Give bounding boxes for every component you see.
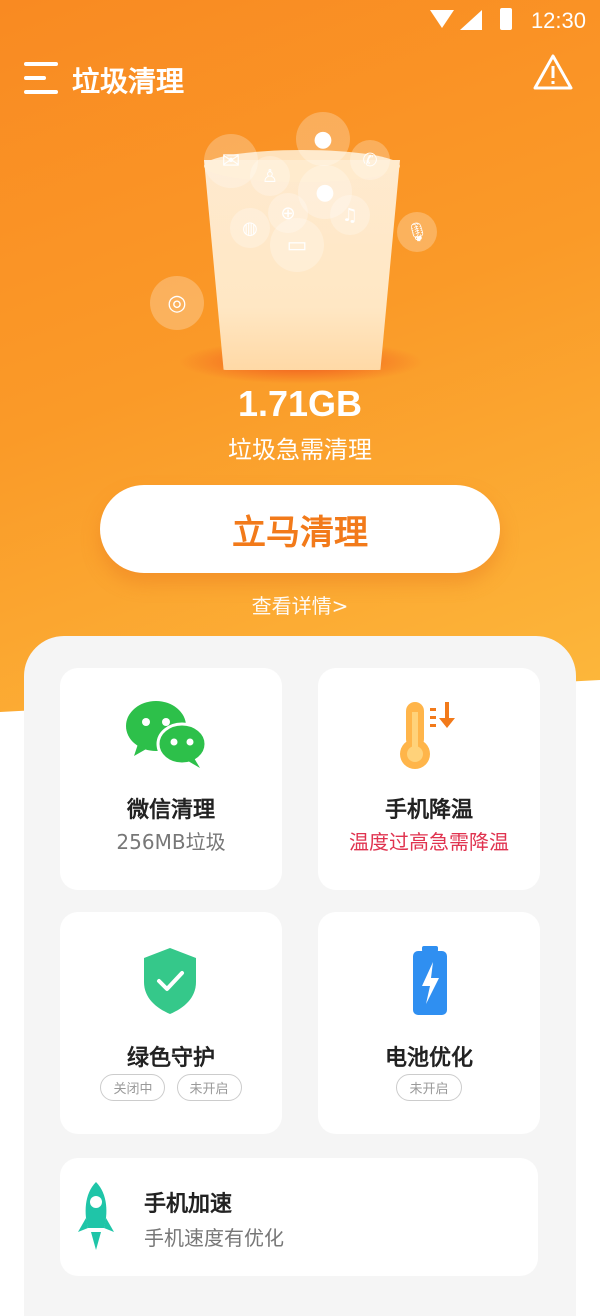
- qq-icon: ♙: [250, 156, 290, 196]
- wechat-clean-title: 微信清理: [126, 798, 215, 823]
- chat-icon: ●: [296, 112, 350, 166]
- clean-now-button[interactable]: 立马清理: [100, 485, 500, 573]
- phone-boost-title: 手机加速: [144, 1192, 233, 1217]
- signal-icon: [460, 10, 482, 30]
- view-details-link[interactable]: 查看详情>: [0, 590, 600, 619]
- phone-cool-card[interactable]: 手机降温 温度过高急需降温: [318, 668, 540, 890]
- shield-icon: [144, 948, 196, 1014]
- alert-icon[interactable]: [532, 52, 574, 94]
- battery-optimize-title: 电池优化: [384, 1046, 473, 1071]
- thermometer-icon: [400, 702, 455, 769]
- weibo-icon: ◎: [150, 276, 204, 330]
- chip-status-off: 关闭中: [100, 1074, 166, 1101]
- music-icon: ♫: [330, 195, 370, 235]
- battery-optimize-chips: 未开启: [318, 1074, 540, 1101]
- junk-label: 垃圾急需清理: [228, 436, 372, 464]
- chip-not-enabled: 未开启: [396, 1074, 462, 1101]
- wechat-clean-card[interactable]: 微信清理 256MB垃圾: [60, 668, 282, 890]
- wechat-icon: [126, 701, 208, 768]
- wechat-icon: ◍: [230, 208, 270, 248]
- phone-cool-title: 手机降温: [384, 798, 473, 823]
- menu-icon[interactable]: [24, 60, 58, 98]
- wifi-icon: [430, 10, 454, 28]
- phone-boost-card[interactable]: 手机加速 手机速度有优化: [60, 1158, 538, 1276]
- green-guard-card[interactable]: 绿色守护 关闭中 未开启: [60, 912, 282, 1134]
- green-guard-chips: 关闭中 未开启: [60, 1074, 282, 1101]
- phone-icon: ✆: [350, 140, 390, 180]
- phone-cool-subtitle: 温度过高急需降温: [349, 830, 509, 854]
- status-time: 12:30: [530, 8, 586, 33]
- wechat-clean-subtitle: 256MB垃圾: [116, 830, 226, 854]
- page-title: 垃圾清理: [72, 65, 185, 98]
- green-guard-title: 绿色守护: [126, 1046, 215, 1071]
- phone-boost-subtitle: 手机速度有优化: [144, 1226, 284, 1250]
- chip-not-enabled: 未开启: [176, 1074, 242, 1101]
- rocket-icon: [78, 1182, 114, 1250]
- battery-optimize-card[interactable]: 电池优化 未开启: [318, 912, 540, 1134]
- mic-icon: 🎙: [397, 212, 437, 252]
- status-bar: 12:30: [0, 0, 600, 40]
- junk-size: 1.71GB: [237, 383, 363, 424]
- battery-icon: [413, 946, 447, 1015]
- battery-status-icon: [500, 8, 512, 30]
- folder-icon: ▭: [270, 218, 324, 272]
